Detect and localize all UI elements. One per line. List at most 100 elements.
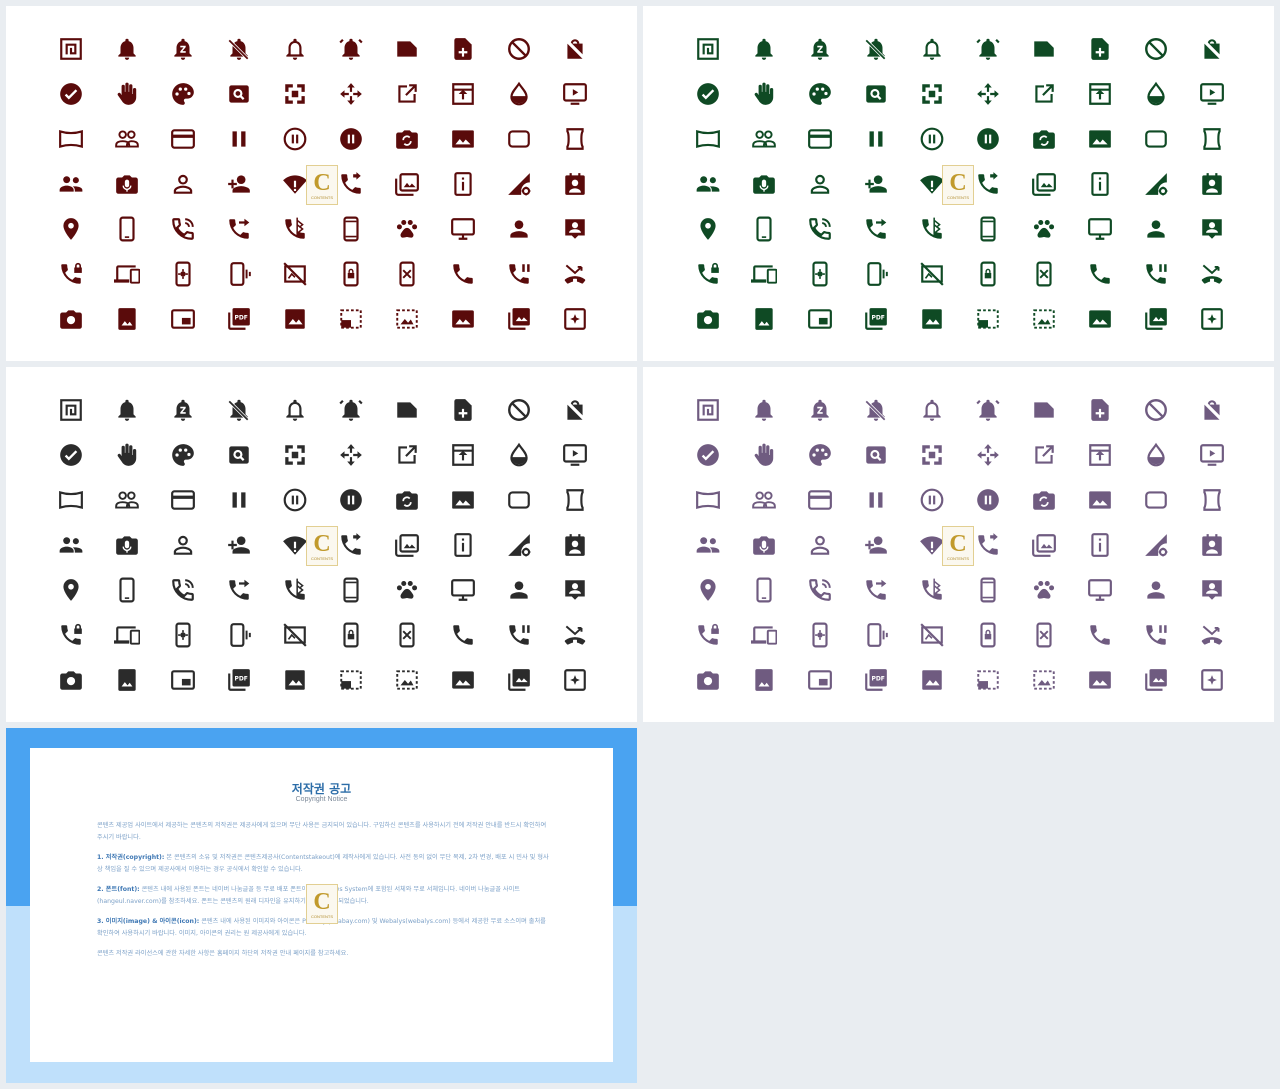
move-arrows-icon bbox=[960, 432, 1016, 477]
people-outline-icon bbox=[736, 116, 792, 161]
palette-icon bbox=[792, 432, 848, 477]
person-add-icon bbox=[211, 161, 267, 206]
copyright-slide: 저작권 공고 Copyright Notice 콘텐츠 제공업 사이트에서 제공… bbox=[6, 728, 637, 1083]
pdf-icon: PDF bbox=[848, 296, 904, 341]
icon-sheet-dark-green: PDF C CONTENTS bbox=[643, 6, 1274, 361]
auto-awesome-icon bbox=[1184, 657, 1240, 702]
pause-icon bbox=[848, 116, 904, 161]
mobile-device-icon bbox=[323, 206, 379, 251]
pets-icon bbox=[1016, 206, 1072, 251]
notice-subtitle: Copyright Notice bbox=[295, 796, 348, 803]
bell-icon bbox=[736, 387, 792, 432]
upload-box-icon bbox=[435, 432, 491, 477]
people-outline-icon bbox=[99, 477, 155, 522]
bell-z-icon bbox=[155, 387, 211, 432]
note-icon bbox=[1016, 26, 1072, 71]
camera-icon bbox=[43, 296, 99, 341]
external-link-icon bbox=[379, 71, 435, 116]
bell-z-icon bbox=[155, 26, 211, 71]
phone-bluetooth-icon bbox=[904, 567, 960, 612]
phone-forwarded-icon bbox=[211, 206, 267, 251]
phone-paused-icon bbox=[1128, 612, 1184, 657]
ondemand-video-icon bbox=[1184, 432, 1240, 477]
select-image-icon bbox=[379, 296, 435, 341]
devices-icon bbox=[736, 612, 792, 657]
upload-box-icon bbox=[435, 71, 491, 116]
svg-text:PDF: PDF bbox=[871, 314, 884, 321]
phone-paused-icon bbox=[491, 251, 547, 296]
upload-box-icon bbox=[1072, 432, 1128, 477]
person-icon bbox=[1128, 206, 1184, 251]
block-icon bbox=[491, 26, 547, 71]
watermark-letter: C bbox=[949, 530, 967, 557]
pause-circle-icon bbox=[323, 477, 379, 522]
contact-card-icon bbox=[1184, 206, 1240, 251]
smartphone-icon bbox=[736, 206, 792, 251]
desktop-icon bbox=[435, 567, 491, 612]
camera-switch-icon bbox=[1016, 477, 1072, 522]
picture-in-picture-icon bbox=[155, 657, 211, 702]
watermark-logo: C CONTENTS bbox=[942, 165, 974, 205]
move-arrows-icon bbox=[960, 71, 1016, 116]
contact-card-icon bbox=[1184, 567, 1240, 612]
portable-off-icon bbox=[904, 612, 960, 657]
call-missed-icon bbox=[1184, 612, 1240, 657]
palette-icon bbox=[792, 71, 848, 116]
shopping-bag-off-icon bbox=[547, 26, 603, 71]
watermark-letter: C bbox=[313, 530, 331, 557]
external-link-icon bbox=[1016, 432, 1072, 477]
badge-info-icon bbox=[435, 161, 491, 206]
bell-off-icon bbox=[211, 387, 267, 432]
pause-circle-outline-icon bbox=[267, 477, 323, 522]
check-circle-icon bbox=[680, 432, 736, 477]
camera-switch-icon bbox=[1016, 116, 1072, 161]
mobile-device-icon bbox=[960, 567, 1016, 612]
drop-outline-icon bbox=[491, 432, 547, 477]
note-icon bbox=[379, 387, 435, 432]
phone-icon bbox=[435, 251, 491, 296]
bell-icon bbox=[99, 387, 155, 432]
portable-off-icon bbox=[904, 251, 960, 296]
portable-off-icon bbox=[267, 251, 323, 296]
select-image-icon bbox=[1016, 296, 1072, 341]
photo-library-icon bbox=[379, 522, 435, 567]
location-pin-icon bbox=[680, 567, 736, 612]
phone-vibrate-icon bbox=[848, 612, 904, 657]
person-outline-icon bbox=[792, 522, 848, 567]
mobile-device-icon bbox=[323, 567, 379, 612]
credit-card-icon bbox=[155, 477, 211, 522]
photo-library-icon bbox=[1016, 161, 1072, 206]
watermark-tagline: CONTENTS bbox=[947, 194, 969, 200]
picture-in-picture-icon bbox=[155, 296, 211, 341]
check-circle-icon bbox=[43, 71, 99, 116]
signal-settings-icon bbox=[491, 522, 547, 567]
contact-card-icon bbox=[547, 567, 603, 612]
check-circle-icon bbox=[680, 71, 736, 116]
raised-hand-icon bbox=[99, 71, 155, 116]
palette-icon bbox=[155, 432, 211, 477]
drag-pan-icon bbox=[904, 71, 960, 116]
photo-library-icon bbox=[1016, 522, 1072, 567]
file-add-icon bbox=[1072, 387, 1128, 432]
watermark-tagline: CONTENTS bbox=[311, 555, 333, 561]
auto-awesome-icon bbox=[547, 657, 603, 702]
watermark-logo: C CONTENTS bbox=[942, 526, 974, 566]
image-filled-icon bbox=[1072, 296, 1128, 341]
rounded-rect-icon bbox=[1128, 477, 1184, 522]
camera-icon bbox=[680, 296, 736, 341]
mic-photo-icon bbox=[99, 161, 155, 206]
watermark-letter: C bbox=[949, 169, 967, 196]
drop-outline-icon bbox=[1128, 432, 1184, 477]
bell-off-icon bbox=[848, 26, 904, 71]
move-arrows-icon bbox=[323, 432, 379, 477]
photo-library-icon bbox=[379, 161, 435, 206]
rounded-rect-icon bbox=[491, 477, 547, 522]
pets-icon bbox=[1016, 567, 1072, 612]
portrait-image-icon bbox=[736, 296, 792, 341]
palette-icon bbox=[155, 71, 211, 116]
image-filled-icon bbox=[435, 657, 491, 702]
devices-icon bbox=[99, 251, 155, 296]
note-icon bbox=[1016, 387, 1072, 432]
credit-card-icon bbox=[155, 116, 211, 161]
watermark-logo: C CONTENTS bbox=[306, 165, 338, 205]
